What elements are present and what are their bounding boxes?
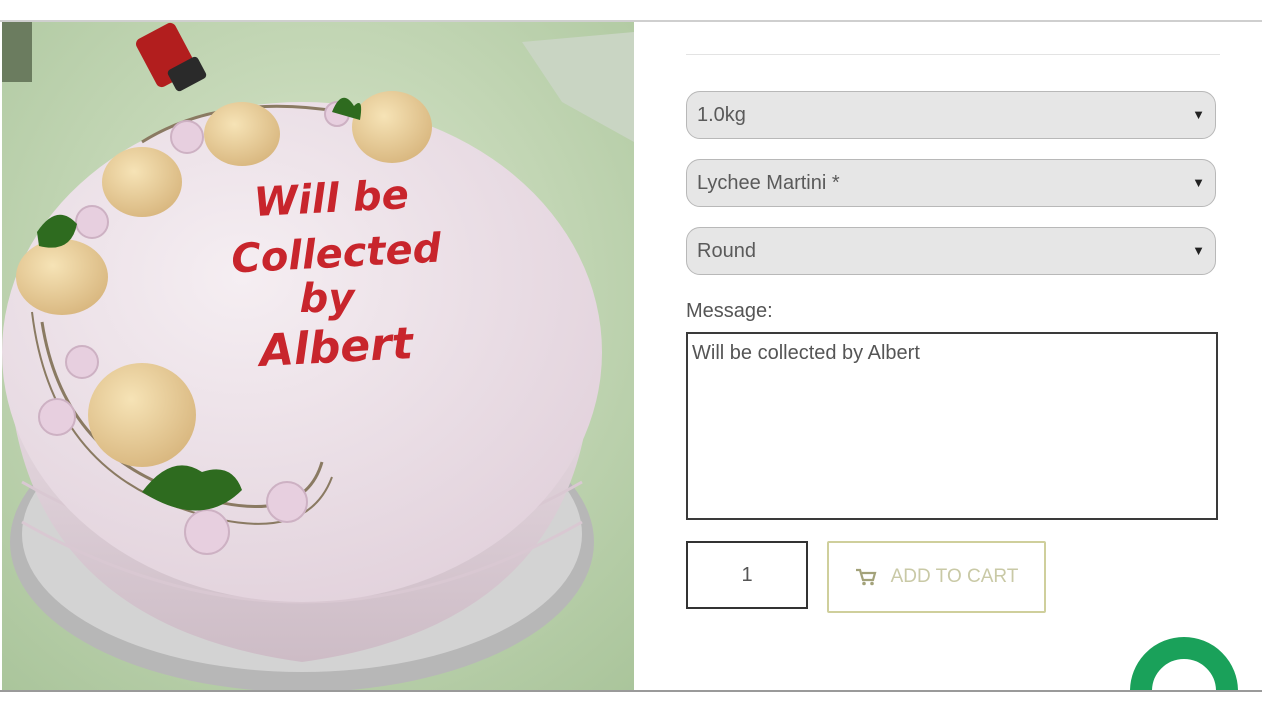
bottom-border [0, 690, 1262, 692]
product-options-panel: 1.0kg ▼ Lychee Martini * ▼ Round ▼ Messa… [634, 22, 1262, 690]
product-photo: Will be Collected by Albert [2, 22, 634, 690]
shape-select[interactable]: Round ▼ [686, 227, 1216, 275]
cake-inscription-line-3: by [300, 276, 357, 322]
dropdown-caret-icon: ▼ [1192, 175, 1205, 190]
chat-bubble-icon[interactable] [1130, 637, 1238, 690]
cart-icon [855, 568, 877, 586]
flavour-select-value: Lychee Martini * [697, 171, 840, 194]
cake-inscription-line-1: Will be [253, 172, 410, 226]
add-to-cart-label: ADD TO CART [890, 566, 1019, 587]
weight-select[interactable]: 1.0kg ▼ [686, 91, 1216, 139]
dropdown-caret-icon: ▼ [1192, 243, 1205, 258]
flavour-select[interactable]: Lychee Martini * ▼ [686, 159, 1216, 207]
weight-select-value: 1.0kg [697, 103, 746, 126]
dropdown-caret-icon: ▼ [1192, 107, 1205, 122]
screenshot-frame: Will be Collected by Albert 1.0kg ▼ Lych… [0, 0, 1280, 720]
add-to-cart-button[interactable]: ADD TO CART [827, 541, 1046, 613]
panel-divider [686, 54, 1220, 55]
shape-select-value: Round [697, 239, 756, 262]
cake-inscription-line-4: Albert [255, 318, 416, 377]
message-textarea[interactable]: Will be collected by Albert [686, 332, 1218, 520]
quantity-input[interactable]: 1 [686, 541, 808, 609]
message-label: Message: [686, 300, 773, 322]
